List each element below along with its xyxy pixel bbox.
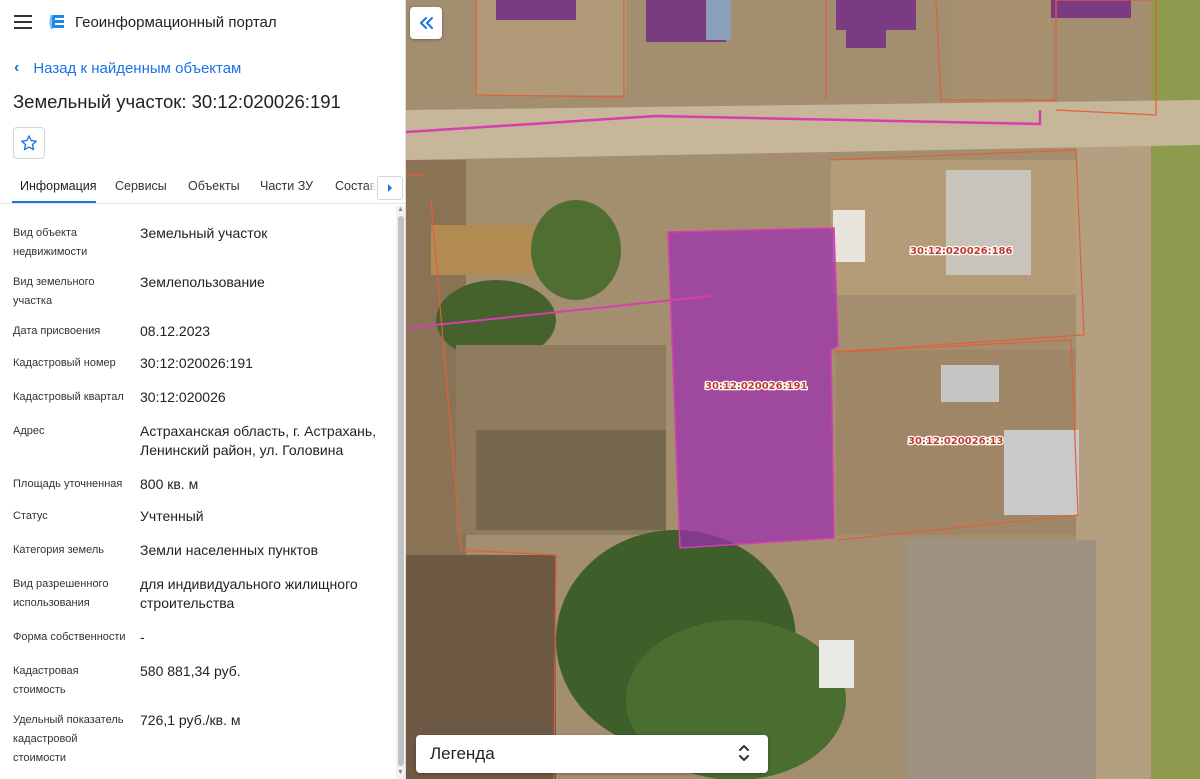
property-value: 08.12.2023: [140, 323, 211, 339]
scroll-down-icon[interactable]: ▼: [397, 769, 404, 776]
tab-composition[interactable]: Состав: [335, 179, 376, 193]
back-link-label: Назад к найденным объектам: [33, 59, 242, 77]
property-key: Адрес: [13, 425, 45, 437]
info-panel: Геоинформационный портал ‹ Назад к найде…: [0, 0, 406, 779]
property-key: Дата присвоения: [13, 325, 101, 337]
property-value: 30:12:020026: [140, 389, 226, 405]
app-title: Геоинформационный портал: [75, 14, 277, 31]
property-value: 580 881,34 руб.: [140, 663, 241, 679]
portal-logo-icon: [49, 14, 64, 30]
parcel-label[interactable]: 30:12:020026:13: [907, 435, 1005, 449]
star-icon: [21, 135, 37, 151]
legend-label: Легенда: [430, 744, 495, 763]
property-value: для индивидуального жилищного строительс…: [140, 576, 358, 611]
map-view[interactable]: 30:12:020026:186 30:12:020026:191 30:12:…: [406, 0, 1200, 779]
property-key: Площадь уточненная: [13, 478, 123, 490]
tabs-scroll-button[interactable]: [377, 176, 403, 200]
favorite-button[interactable]: [13, 127, 45, 159]
double-chevron-left-icon: [420, 17, 433, 29]
tab-parts[interactable]: Части ЗУ: [260, 179, 313, 193]
property-key: Вид земельного участка: [13, 276, 95, 307]
legend-toggle[interactable]: Легенда: [416, 735, 768, 773]
property-key: Статус: [13, 510, 48, 522]
property-value: 800 кв. м: [140, 476, 199, 492]
property-value: Учтенный: [140, 508, 204, 524]
property-key: Кадастровый номер: [13, 357, 116, 369]
property-key: Вид объекта недвижимости: [13, 227, 88, 258]
scroll-up-icon[interactable]: ▲: [397, 206, 404, 213]
menu-icon[interactable]: [14, 15, 32, 29]
property-key: Категория земель: [13, 544, 104, 556]
property-key: Кадастровый квартал: [13, 391, 124, 403]
parcel-label[interactable]: 30:12:020026:191: [704, 380, 809, 394]
property-value: Земельный участок: [140, 225, 268, 241]
tab-information[interactable]: Информация: [20, 179, 97, 193]
page-title: Земельный участок: 30:12:020026:191: [13, 91, 341, 112]
property-key: Форма собственности: [13, 631, 126, 643]
property-value: -: [140, 629, 145, 645]
property-value: Землепользование: [140, 274, 265, 290]
chevron-right-icon: [388, 184, 392, 192]
panel-scrollbar[interactable]: ▲ ▼: [396, 206, 405, 779]
active-tab-indicator: [12, 201, 96, 203]
property-key: Удельный показатель кадастровой стоимост…: [13, 714, 124, 764]
back-to-results-link[interactable]: ‹ Назад к найденным объектам: [14, 59, 241, 77]
collapse-panel-button[interactable]: [410, 7, 442, 39]
property-value: Земли населенных пунктов: [140, 542, 319, 558]
top-bar: Геоинформационный портал: [0, 0, 405, 46]
parcel-label[interactable]: 30:12:020026:186: [909, 245, 1014, 259]
tab-bar: Информация Сервисы Объекты Части ЗУ Сост…: [0, 170, 405, 204]
tab-objects[interactable]: Объекты: [188, 179, 240, 193]
property-value: 726,1 руб./кв. м: [140, 712, 241, 728]
chevron-up-down-icon: [739, 745, 749, 761]
tab-services[interactable]: Сервисы: [115, 179, 167, 193]
chevron-left-icon: ‹: [14, 59, 20, 76]
property-value: 30:12:020026:191: [140, 355, 253, 371]
scrollbar-thumb[interactable]: [398, 216, 404, 766]
property-key: Вид разрешенного использования: [13, 578, 109, 609]
satellite-imagery: 30:12:020026:186 30:12:020026:191 30:12:…: [406, 0, 1200, 779]
property-key: Кадастровая стоимость: [13, 665, 79, 696]
property-value: Астраханская область, г. Астрахань, Лени…: [140, 423, 377, 458]
